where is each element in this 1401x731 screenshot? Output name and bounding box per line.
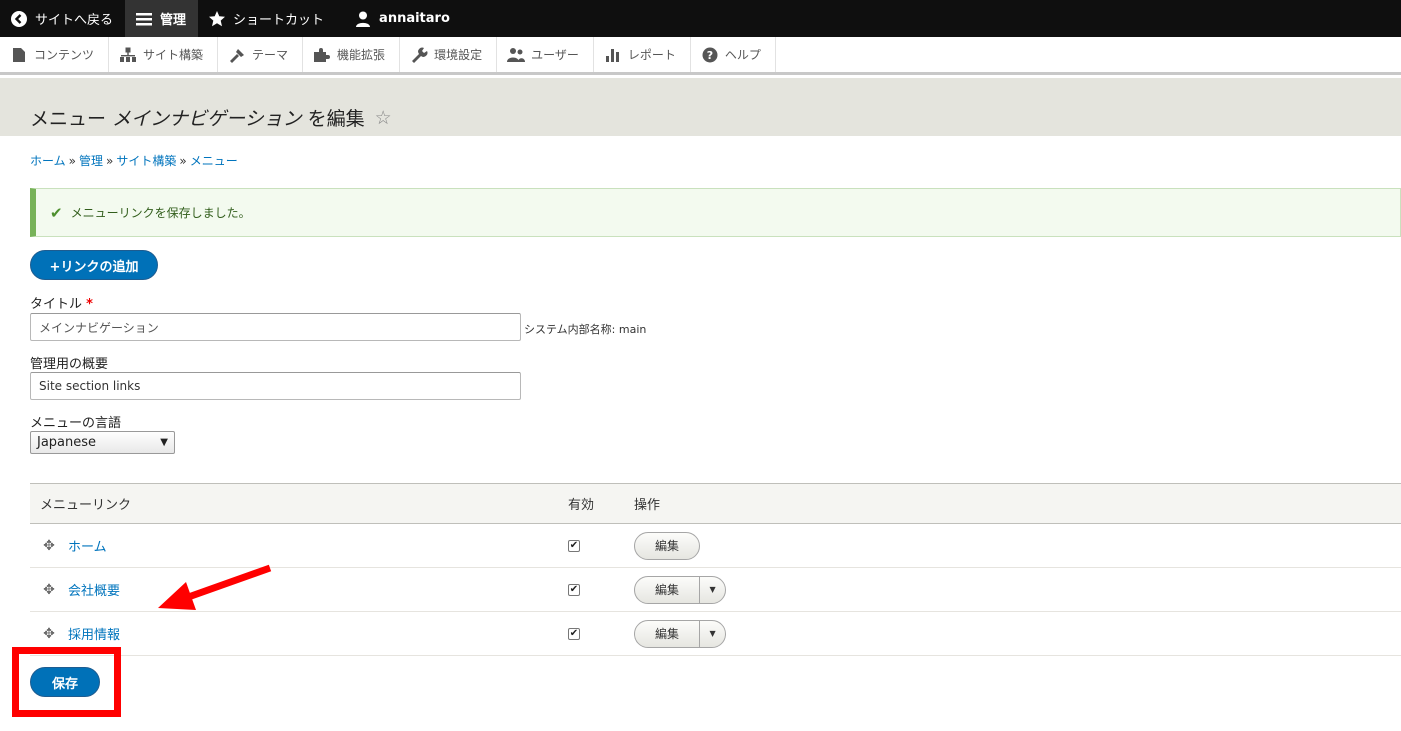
manage-tab[interactable]: 管理 [125,0,199,37]
drag-handle-icon[interactable]: ✥ [40,626,58,642]
title-label-text: タイトル [30,297,83,312]
tray-item-label: サイト構築 [143,48,204,62]
page-title-menu-name: メインナビゲーション [112,108,302,130]
bar-chart-icon [605,48,619,62]
tray-item-label: 環境設定 [434,48,483,62]
caret-down-icon: ▼ [160,437,168,448]
header-operations: 操作 [634,498,661,513]
check-icon: ✔ [50,203,63,222]
breadcrumb-home[interactable]: ホーム [30,154,66,168]
star-icon [209,10,226,26]
status-message: ✔ メニューリンクを保存しました。 [30,188,1401,237]
edit-button[interactable]: 編集 ▼ [634,619,727,648]
tray-item-appearance[interactable]: テーマ [218,37,304,72]
operations-cell: 編集 ▼ [634,568,727,611]
table-header: メニューリンク 有効 操作 [30,484,1401,524]
breadcrumb-separator: » [68,154,76,168]
breadcrumb-structure[interactable]: サイト構築 [116,154,176,168]
add-link-button[interactable]: +リンクの追加 [30,250,158,280]
menu-link-home[interactable]: ホーム [68,536,107,555]
breadcrumb: ホーム» 管理» サイト構築» メニュー [30,152,238,169]
enabled-checkbox[interactable]: ✔ [568,539,580,552]
machine-name: システム内部名称: main [524,323,647,336]
breadcrumb-admin[interactable]: 管理 [79,154,103,168]
enabled-cell: ✔ [568,524,580,567]
help-icon: ? [702,47,718,62]
tray-item-label: 機能拡張 [337,48,386,62]
tray-item-label: テーマ [252,48,289,62]
user-icon [356,11,371,27]
tray-item-content[interactable]: コンテンツ [0,37,110,72]
svg-text:?: ? [707,49,713,62]
language-select[interactable]: Japanese ▼ [30,431,175,454]
operations-cell: 編集 [634,524,701,567]
tray-item-config[interactable]: 環境設定 [400,37,498,72]
tray-item-people[interactable]: ユーザー [497,37,594,72]
enabled-cell: ✔ [568,568,580,611]
language-select-value: Japanese [37,435,97,450]
hamburger-menu-icon [136,12,153,25]
admin-menu-tray: コンテンツ サイト構築 テーマ 機能拡張 環境設定 ユーザー レポート ? ヘル… [0,37,1401,75]
description-label: 管理用の概要 [30,357,109,372]
user-tab[interactable]: annaitaro [344,0,462,37]
wrench-icon [412,47,428,63]
paintbrush-icon [230,48,245,63]
tray-item-reports[interactable]: レポート [594,37,691,72]
drag-handle-icon[interactable]: ✥ [40,538,58,554]
sitemap-icon [120,47,137,62]
annotation-highlight-box [12,647,121,717]
shortcuts-label: ショートカット [233,13,325,28]
status-message-text: メニューリンクを保存しました。 [70,206,251,220]
tray-item-help[interactable]: ? ヘルプ [691,37,776,72]
tray-item-extend[interactable]: 機能拡張 [303,37,401,72]
breadcrumb-separator: » [179,154,187,168]
user-name: annaitaro [379,11,450,26]
manage-label: 管理 [160,13,187,28]
file-icon [13,47,25,62]
page-title: メニュー メインナビゲーション を編集 ☆ [30,104,392,131]
users-icon [507,47,526,62]
menu-link-cell: ✥ 会社概要 [40,568,120,611]
dropdown-toggle-icon[interactable]: ▼ [699,620,725,647]
required-mark: * [86,297,93,312]
enabled-checkbox[interactable]: ✔ [568,627,580,640]
menu-link-company[interactable]: 会社概要 [68,580,120,599]
chevron-left-circle-icon [11,10,27,27]
dropdown-toggle-icon[interactable]: ▼ [699,576,725,603]
drag-handle-icon[interactable]: ✥ [40,582,58,598]
menu-link-recruit[interactable]: 採用情報 [68,624,120,643]
tray-item-structure[interactable]: サイト構築 [109,37,219,72]
page-title-suffix: を編集 [307,108,365,130]
header-menu-link: メニューリンク [40,498,132,513]
tray-item-label: ユーザー [531,48,579,62]
header-enabled: 有効 [568,498,595,513]
puzzle-icon [314,47,331,62]
title-label: タイトル * [30,293,93,312]
shortcuts-tab[interactable]: ショートカット [198,0,336,37]
description-input[interactable]: Site section links [30,372,521,400]
enabled-cell: ✔ [568,612,580,655]
tray-item-label: コンテンツ [34,48,95,62]
breadcrumb-menu[interactable]: メニュー [190,154,238,168]
edit-button-label: 編集 [655,627,680,641]
language-label: メニューの言語 [30,416,122,431]
tray-item-label: レポート [627,48,676,62]
operations-cell: 編集 ▼ [634,612,727,655]
shortcut-star-icon[interactable]: ☆ [375,107,392,129]
back-to-site-label: サイトへ戻る [35,13,114,28]
title-input[interactable]: メインナビゲーション [30,313,521,341]
breadcrumb-separator: » [106,154,114,168]
admin-toolbar: サイトへ戻る 管理 ショートカット annaitaro [0,0,1401,37]
tray-item-label: ヘルプ [724,48,761,62]
edit-button-label: 編集 [655,539,680,553]
back-to-site-link[interactable]: サイトへ戻る [0,0,125,37]
page-title-prefix: メニュー [30,108,107,130]
enabled-checkbox[interactable]: ✔ [568,583,580,596]
edit-button-label: 編集 [655,583,680,597]
edit-button[interactable]: 編集 ▼ [634,575,727,604]
edit-button[interactable]: 編集 [634,531,701,560]
menu-link-cell: ✥ ホーム [40,524,107,567]
annotation-arrow-icon [158,564,272,610]
